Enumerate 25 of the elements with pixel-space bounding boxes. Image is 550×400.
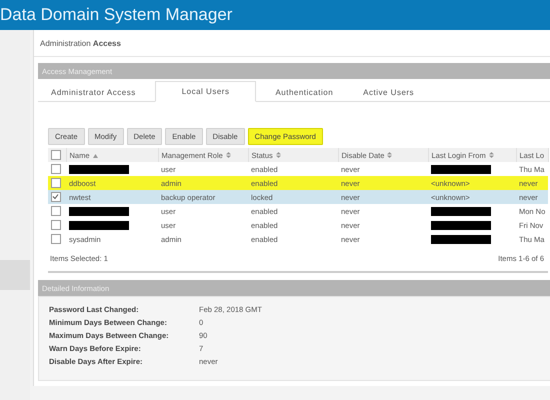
checkbox[interactable] bbox=[51, 192, 61, 202]
redacted-block bbox=[431, 164, 491, 174]
checkbox[interactable] bbox=[51, 178, 61, 188]
breadcrumb: Administration Access bbox=[34, 30, 550, 57]
checkbox[interactable] bbox=[51, 164, 61, 174]
tab[interactable]: Local Users bbox=[154, 81, 256, 102]
redacted-block bbox=[431, 220, 491, 230]
checkbox[interactable] bbox=[51, 206, 61, 216]
checkbox[interactable] bbox=[51, 234, 61, 244]
sort-icon bbox=[387, 152, 392, 158]
redacted-block bbox=[431, 206, 491, 216]
sort-icon bbox=[488, 152, 494, 158]
tab[interactable]: Administrator Access bbox=[40, 82, 147, 102]
checkbox[interactable] bbox=[51, 150, 61, 160]
redacted-block bbox=[69, 220, 129, 230]
checkbox[interactable] bbox=[51, 220, 61, 230]
redacted-block bbox=[69, 164, 129, 174]
app-header: Data Domain System Manager bbox=[0, 0, 550, 30]
sort-icon bbox=[226, 152, 231, 158]
sort-ascending-icon bbox=[92, 154, 98, 158]
tab[interactable]: Authentication bbox=[264, 82, 344, 102]
redacted-block bbox=[431, 234, 491, 244]
tab[interactable]: Active Users bbox=[352, 82, 426, 102]
redacted-block bbox=[69, 206, 129, 216]
sort-icon bbox=[276, 152, 281, 158]
